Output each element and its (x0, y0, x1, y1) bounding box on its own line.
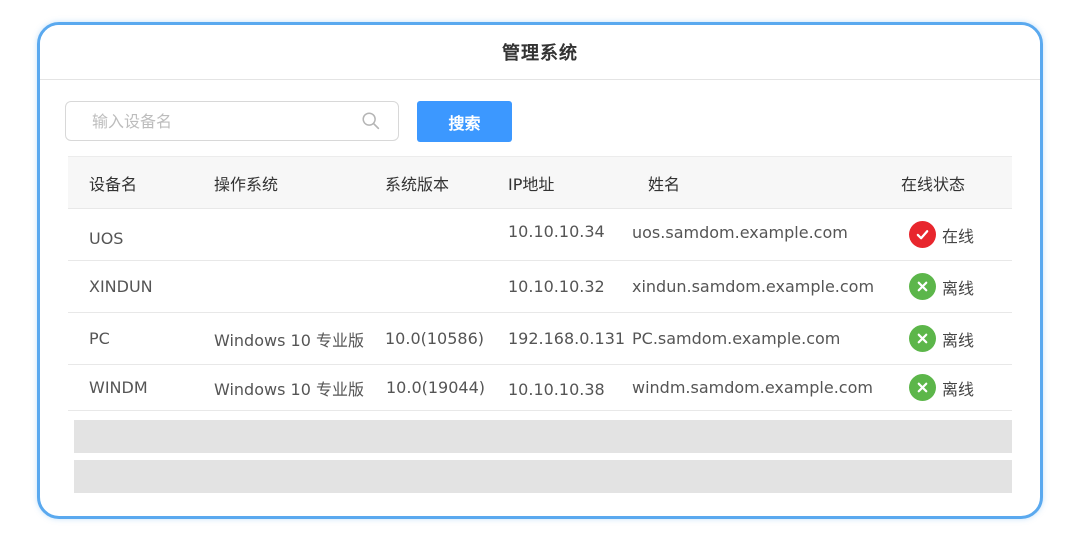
search-box[interactable] (65, 101, 399, 141)
x-circle-icon (909, 325, 936, 352)
search-icon[interactable] (360, 110, 382, 132)
cell-ip: 10.10.10.38 (508, 380, 605, 399)
status-badge: 离线 (909, 261, 974, 312)
main-content: 搜索 设备名 操作系统 系统版本 IP地址 姓名 在线状态 UOS 10.10.… (50, 87, 1030, 513)
cell-device-name: PC (89, 329, 110, 348)
status-badge: 在线 (909, 209, 974, 260)
cell-name: xindun.samdom.example.com (632, 277, 875, 296)
header-ip[interactable]: IP地址 (508, 157, 554, 208)
status-text: 离线 (942, 278, 975, 298)
x-circle-icon (909, 273, 936, 300)
header-status[interactable]: 在线状态 (901, 157, 965, 208)
cell-ip: 192.168.0.131 (508, 329, 626, 348)
cell-name: uos.samdom.example.com (632, 223, 848, 242)
header-version[interactable]: 系统版本 (385, 157, 449, 208)
status-text: 在线 (942, 226, 975, 246)
search-input[interactable] (66, 102, 360, 140)
app-window: 管理系统 搜索 设备名 操作系统 系统版本 IP地址 姓名 在线状态 (37, 22, 1043, 519)
cell-os: Windows 10 专业版 (214, 330, 364, 350)
header-os[interactable]: 操作系统 (214, 157, 278, 208)
cell-ip: 10.10.10.34 (508, 222, 605, 241)
cell-name: PC.samdom.example.com (632, 329, 841, 348)
loading-placeholder-bar (74, 460, 1012, 493)
device-table: 设备名 操作系统 系统版本 IP地址 姓名 在线状态 UOS 10.10.10.… (68, 156, 1012, 411)
header-name[interactable]: 姓名 (648, 157, 680, 208)
cell-version: 10.0(19044) (386, 378, 486, 397)
table-header: 设备名 操作系统 系统版本 IP地址 姓名 在线状态 (68, 156, 1012, 209)
status-badge: 离线 (909, 365, 974, 410)
cell-device-name: WINDM (89, 378, 148, 397)
content-panel: 搜索 设备名 操作系统 系统版本 IP地址 姓名 在线状态 UOS 10.10.… (50, 87, 1030, 513)
cell-device-name: XINDUN (89, 277, 153, 296)
cell-ip: 10.10.10.32 (508, 277, 605, 296)
table-row[interactable]: PC Windows 10 专业版 10.0(10586) 192.168.0.… (68, 313, 1012, 365)
loading-placeholder-bar (74, 420, 1012, 453)
window-title: 管理系统 (502, 43, 578, 64)
table-row[interactable]: UOS 10.10.10.34 uos.samdom.example.com 在… (68, 209, 1012, 261)
header-device-name[interactable]: 设备名 (89, 157, 137, 208)
cell-version: 10.0(10586) (385, 329, 485, 348)
table-row[interactable]: XINDUN 10.10.10.32 xindun.samdom.example… (68, 261, 1012, 313)
x-circle-icon (909, 374, 936, 401)
check-circle-icon (909, 221, 936, 248)
status-text: 离线 (942, 330, 975, 350)
status-text: 离线 (942, 379, 975, 399)
table-row[interactable]: WINDM Windows 10 专业版 10.0(19044) 10.10.1… (68, 365, 1012, 411)
title-bar: 管理系统 (40, 25, 1040, 80)
cell-device-name: UOS (89, 229, 124, 248)
search-button[interactable]: 搜索 (417, 101, 512, 142)
cell-os: Windows 10 专业版 (214, 379, 364, 399)
cell-name: windm.samdom.example.com (632, 378, 873, 397)
status-badge: 离线 (909, 313, 974, 364)
